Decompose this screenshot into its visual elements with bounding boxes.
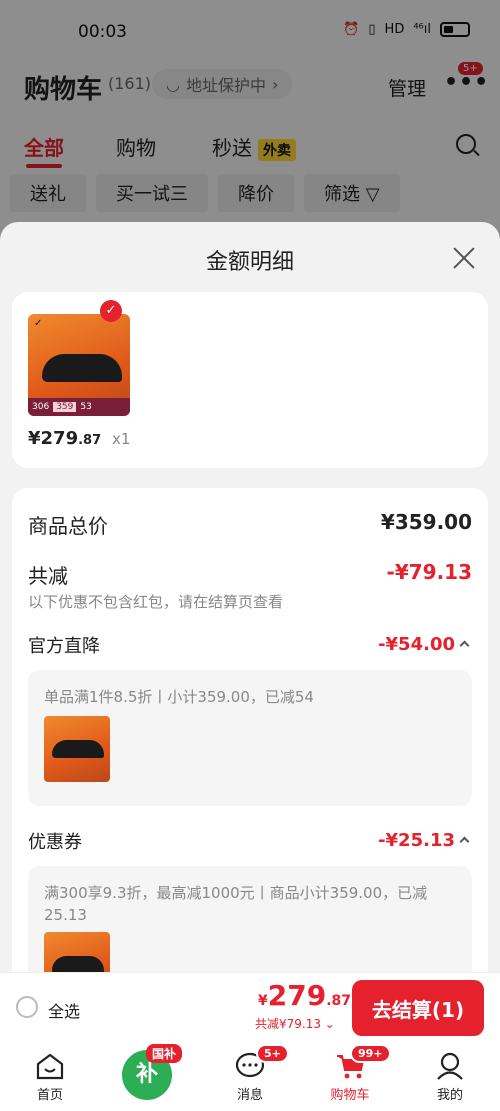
messages-badge: 5+ (256, 1044, 289, 1063)
coupon-box: 满300享9.3折，最高减1000元丨商品小计359.00，已减25.13 (28, 866, 472, 982)
price-detail-card: 商品总价 ¥359.00 共减 -¥79.13 以下优惠不包含红包，请在结算页查… (12, 488, 488, 982)
subsidy-badge: 国补 (146, 1044, 183, 1063)
tab-profile[interactable]: 我的 (410, 1040, 490, 1111)
selected-check-icon: ✓ (100, 300, 122, 322)
profile-icon (437, 1052, 463, 1080)
coupon-value: -¥25.13 (378, 830, 455, 851)
total-price: ¥279.87 (258, 979, 352, 1012)
shoe-shape (42, 354, 122, 382)
reduce-value: -¥79.13 (386, 560, 472, 584)
total-reduce-toggle[interactable]: 共减¥79.13 ⌄ (255, 1015, 335, 1032)
select-all-radio[interactable] (16, 996, 38, 1018)
tab-subsidy[interactable]: 补 国补 (110, 1040, 190, 1111)
product-quantity: x1 (112, 430, 131, 448)
reduce-label: 共减 (28, 564, 68, 588)
bottom-tab-bar: 首页 补 国补 5+ 消息 99+ 购物车 我的 (0, 1040, 500, 1111)
chevron-up-icon (459, 836, 470, 846)
home-icon (36, 1053, 64, 1080)
coupon-detail: 满300享9.3折，最高减1000元丨商品小计359.00，已减25.13 (44, 884, 428, 924)
total-value: ¥359.00 (380, 510, 472, 534)
tab-profile-label: 我的 (436, 1088, 463, 1103)
tab-messages-label: 消息 (236, 1088, 263, 1103)
brand-logo: ✓ (34, 318, 43, 329)
official-discount-box: 单品满1件8.5折丨小计359.00，已减54 (28, 670, 472, 806)
coupon-toggle[interactable]: -¥25.13 (378, 830, 470, 851)
tab-cart-label: 购物车 (330, 1088, 370, 1103)
cart-badge: 99+ (350, 1044, 391, 1063)
checkout-button[interactable]: 去结算(1) (352, 980, 484, 1036)
tab-cart[interactable]: 99+ 购物车 (310, 1040, 391, 1111)
official-product-thumb (44, 716, 110, 782)
total-label: 商品总价 (28, 514, 108, 538)
official-discount-value: -¥54.00 (378, 634, 455, 655)
coupon-label: 优惠券 (28, 832, 82, 853)
product-price: ¥279.87 (28, 428, 102, 449)
select-all-label[interactable]: 全选 (48, 998, 80, 1022)
product-image[interactable]: ✓ 306 359 53 (28, 314, 130, 416)
official-discount-toggle[interactable]: -¥54.00 (378, 634, 470, 655)
reduce-note: 以下优惠不包含红包，请在结算页查看 (28, 593, 284, 611)
tab-home[interactable]: 首页 (10, 1040, 90, 1111)
official-discount-label: 官方直降 (28, 636, 100, 657)
sheet-title: 金额明细 (205, 250, 294, 275)
image-price-strip: 306 359 53 (28, 398, 130, 416)
amount-detail-sheet: 金额明细 ✓ 306 359 53 ✓ ¥279.87 x1 商品总价 ¥359… (0, 222, 500, 982)
checkout-bar: 全选 ¥279.87 共减¥79.13 ⌄ 去结算(1) (0, 972, 500, 1040)
close-icon[interactable] (451, 244, 477, 270)
tab-home-label: 首页 (36, 1088, 63, 1103)
tab-messages[interactable]: 5+ 消息 (210, 1040, 290, 1111)
chevron-up-icon (459, 640, 470, 650)
official-discount-detail: 单品满1件8.5折丨小计359.00，已减54 (44, 688, 314, 706)
product-card: ✓ 306 359 53 ✓ ¥279.87 x1 (12, 292, 488, 468)
